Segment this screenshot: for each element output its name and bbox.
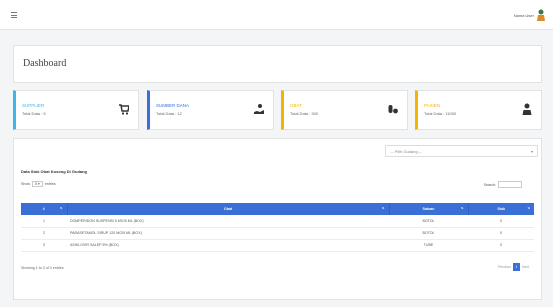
user-avatar-icon	[537, 9, 545, 21]
show-label: Show	[21, 182, 30, 186]
cell-number: 3	[43, 243, 45, 247]
cell-stok: 0	[500, 231, 502, 235]
cell-satuan: TUBE	[423, 243, 434, 247]
cell-number: 2	[43, 231, 45, 235]
column-header-stok[interactable]: Stok ⇅	[468, 203, 534, 215]
top-navbar: Nama User	[0, 0, 553, 30]
user-icon	[522, 103, 532, 115]
next-page-button[interactable]: Next	[522, 265, 529, 269]
gudang-select-value: -- Pilih Gudang --	[391, 149, 422, 154]
pills-icon	[388, 105, 398, 114]
column-header-obat[interactable]: Obat ⇅	[67, 203, 390, 215]
user-menu[interactable]: Nama User	[514, 8, 545, 22]
page-header-card: Dashboard	[13, 45, 542, 83]
sort-icon: ⇅	[527, 206, 530, 210]
previous-page-button[interactable]: Previous	[498, 265, 511, 269]
cell-number: 1	[43, 218, 45, 223]
stat-name: PASIEN	[424, 103, 441, 108]
page-1-button[interactable]: 1	[513, 263, 521, 271]
column-header-label: #	[42, 207, 45, 211]
stat-total: Total Data : 5	[22, 111, 46, 116]
stock-panel: -- Pilih Gudang -- ▾ Data Stok Obat Koso…	[13, 138, 542, 300]
column-header-label: Obat	[223, 207, 233, 211]
section-title: Data Stok Obat Kosong Di Gudang	[21, 169, 88, 174]
stat-total: Total Data : 11000	[424, 111, 457, 116]
page-title: Dashboard	[23, 58, 67, 69]
cart-icon	[119, 104, 129, 115]
stat-name: OBAT	[290, 103, 302, 108]
money-hand-icon	[254, 104, 264, 114]
table-row: 3 ASIKLOVIR SALEP 5% (BOX) TUBE 0	[21, 239, 534, 251]
cell-satuan: BOTOL	[422, 231, 435, 235]
gudang-select[interactable]: -- Pilih Gudang -- ▾	[385, 145, 538, 157]
column-header-label: Satuan	[422, 207, 435, 211]
stat-card-obat[interactable]: OBAT Total Data : 300	[281, 90, 408, 130]
table-row: 1 DOMPERIDON SUSPENSI 5 MG/5 ML (BOX) BO…	[21, 215, 534, 227]
stat-card-pasien[interactable]: PASIEN Total Data : 11000	[415, 90, 542, 130]
cell-obat: DOMPERIDON SUSPENSI 5 MG/5 ML (BOX)	[70, 218, 144, 223]
column-header-satuan[interactable]: Satuan ⇅	[389, 203, 469, 215]
hamburger-menu-icon[interactable]	[11, 12, 17, 18]
column-header-label: Stok	[497, 207, 506, 211]
cell-obat: ASIKLOVIR SALEP 5% (BOX)	[70, 243, 119, 247]
sort-icon: ⇅	[381, 206, 385, 210]
stat-name: SUMBER DANA	[156, 103, 190, 108]
stat-card-supplier[interactable]: SUPPLIER Total Data : 5	[13, 90, 139, 130]
table-header-row: # ⇅ Obat ⇅ Satuan ⇅ Stok ⇅	[21, 203, 534, 215]
cell-satuan: BOTOL	[422, 218, 435, 223]
stat-total: Total Data : 300	[290, 111, 319, 116]
table-info: Showing 1 to 3 of 3 entries	[21, 266, 64, 270]
chevron-down-icon: ▾	[530, 149, 533, 154]
column-header-number[interactable]: # ⇅	[21, 203, 68, 215]
pagination: Previous 1 Next	[498, 263, 529, 271]
stat-name: SUPPLIER	[22, 103, 45, 108]
stat-card-sumber-dana[interactable]: SUMBER DANA Total Data : 12	[147, 90, 274, 130]
search-label: Search:	[483, 182, 496, 187]
entries-length-select[interactable]: 5 ▾	[32, 181, 43, 187]
cell-stok: 0	[500, 218, 502, 223]
cell-stok: 0	[500, 243, 502, 247]
sort-icon: ⇅	[59, 206, 63, 210]
entries-length-control: Show 5 ▾ entries	[21, 181, 56, 187]
entries-length-value: 5	[35, 182, 37, 186]
entries-label: entries	[44, 182, 56, 186]
sort-icon: ⇅	[460, 206, 464, 210]
user-name: Nama User	[513, 12, 534, 18]
stock-table: # ⇅ Obat ⇅ Satuan ⇅ Stok ⇅ 1 DOMPERIDON SUSP…	[21, 203, 534, 252]
table-row: 2 PARASETAMOL SIRUP 120 MG/5 ML (BOX) BO…	[21, 227, 534, 239]
stat-total: Total Data : 12	[156, 111, 182, 116]
search-input[interactable]	[498, 181, 522, 188]
table-search: Search:	[484, 181, 522, 188]
cell-obat: PARASETAMOL SIRUP 120 MG/5 ML (BOX)	[70, 231, 142, 235]
